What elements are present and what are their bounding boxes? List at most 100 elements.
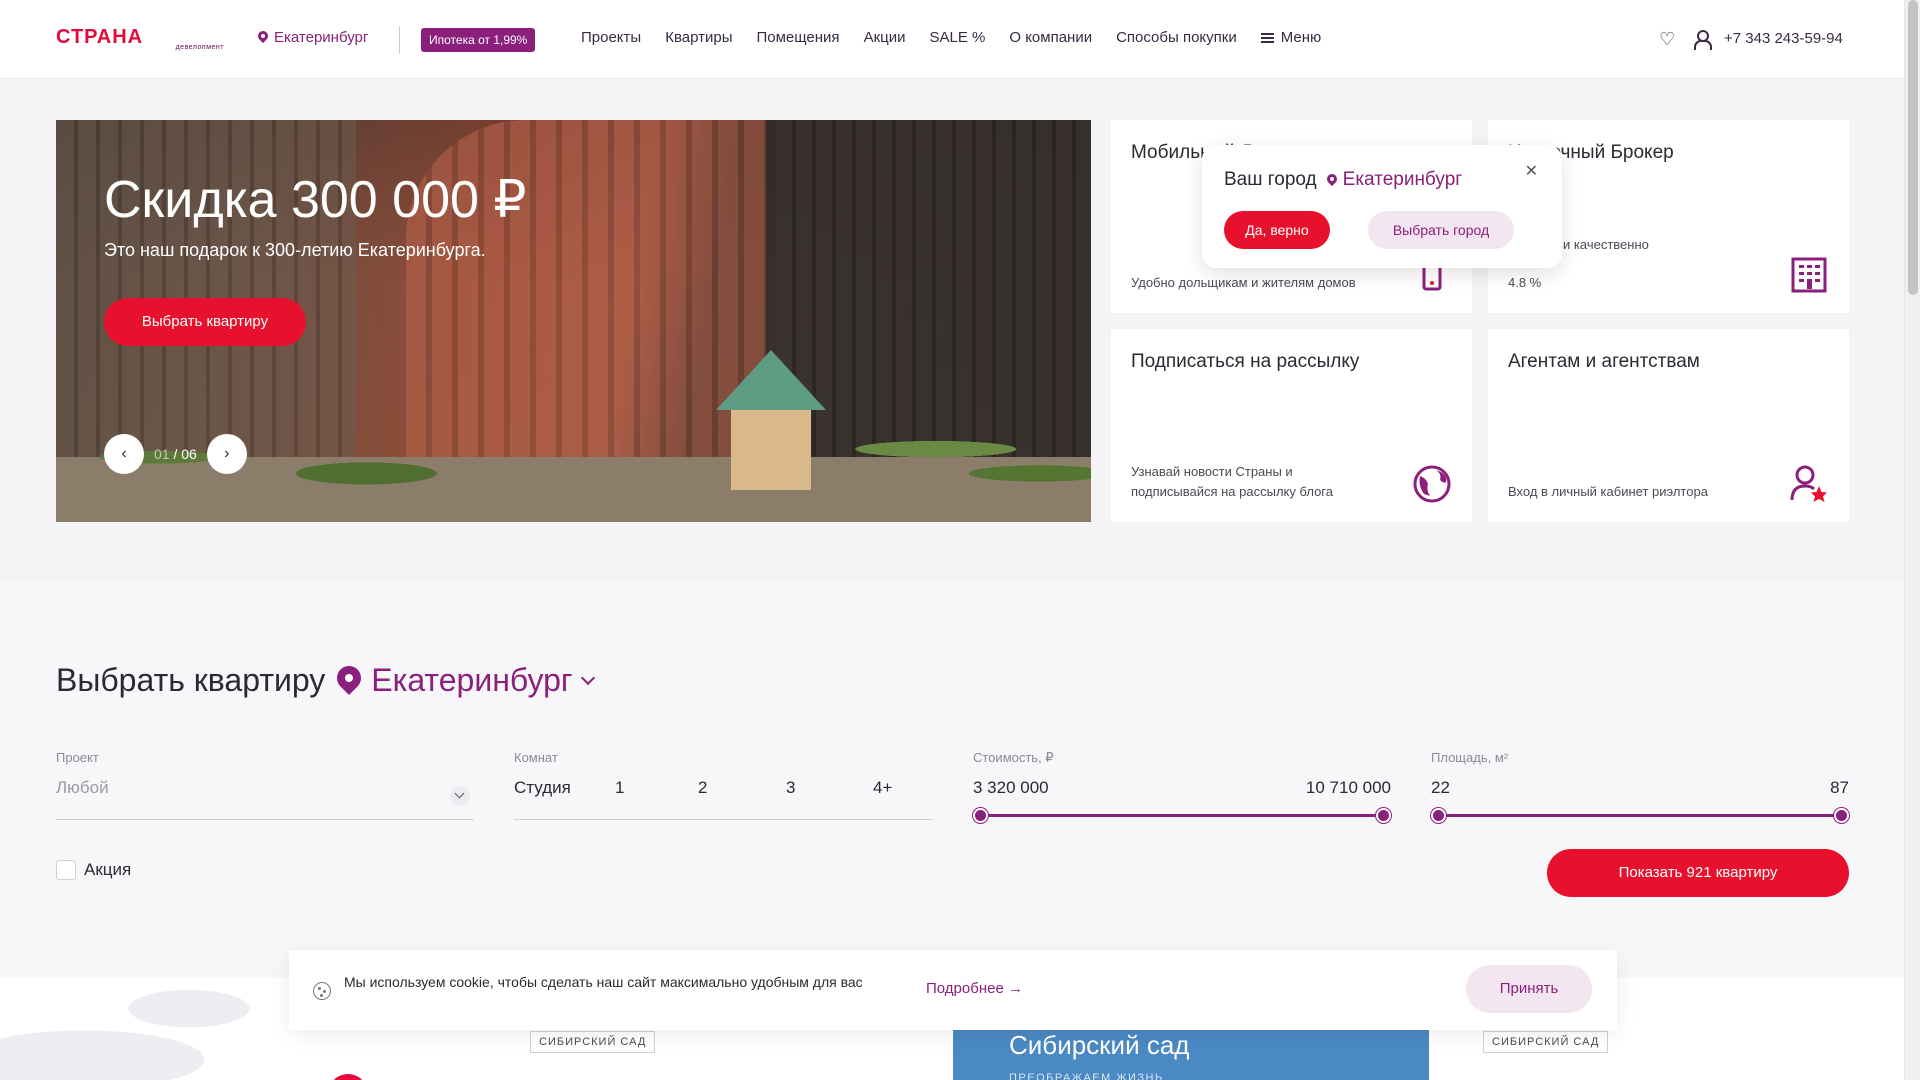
filter-city-selector[interactable]: Екатеринбург [337, 662, 595, 699]
chevron-down-icon [450, 786, 470, 806]
price-min-handle[interactable] [973, 808, 988, 823]
rooms-selector: Студия 1 2 3 4+ [514, 778, 932, 820]
nav-sale[interactable]: SALE % [929, 29, 985, 46]
promo-checkbox[interactable]: Акция [56, 860, 131, 880]
nav-menu[interactable]: Меню [1260, 29, 1322, 46]
nav-purchase-methods[interactable]: Способы покупки [1116, 29, 1237, 46]
area-max-handle[interactable] [1834, 808, 1849, 823]
price-label: Стоимость, ₽ [973, 750, 1054, 765]
slider-current: 01 [154, 446, 170, 462]
scrollbar-thumb[interactable] [1908, 0, 1918, 295]
card-agents[interactable]: Агентам и агентствам Вход в личный кабин… [1488, 329, 1849, 522]
nav-promotions[interactable]: Акции [864, 29, 906, 46]
area-label: Площадь, м² [1431, 750, 1509, 765]
city-choose-button[interactable]: Выбрать город [1368, 211, 1514, 249]
project-promo-title: Сибирский сад [1009, 1030, 1190, 1060]
slider-next-button[interactable]: › [206, 434, 247, 474]
project-promo-subtitle: ПРЕОБРАЖАЕМ ЖИЗНЬ [1009, 1072, 1164, 1080]
chevron-down-icon [580, 670, 595, 685]
location-pin-icon [337, 666, 361, 696]
area-max: 87 [1830, 778, 1849, 797]
cookie-icon [313, 982, 331, 1000]
area-track [1437, 814, 1843, 817]
user-account-icon[interactable] [1693, 30, 1712, 50]
price-track [979, 814, 1385, 817]
hamburger-icon [1260, 33, 1274, 44]
area-min: 22 [1431, 778, 1450, 797]
rooms-option-studio[interactable]: Студия [514, 778, 571, 798]
site-header: СТРАНА девелопмент Екатеринбург Ипотека … [0, 0, 1904, 79]
logo-subtext: девелопмент [175, 44, 224, 51]
area-min-handle[interactable] [1431, 808, 1446, 823]
mortgage-badge[interactable]: Ипотека от 1,99% [421, 28, 536, 52]
project-select[interactable]: Любой [56, 778, 474, 820]
cookie-banner: Мы используем cookie, чтобы сделать наш … [289, 950, 1617, 1030]
card-desc: Вход в личный кабинет риэлтора [1508, 484, 1708, 499]
logo[interactable]: СТРАНА девелопмент [56, 27, 226, 52]
slider-counter: 01 / 06 [154, 446, 197, 462]
apartment-filter-section: Выбрать квартиру Екатеринбург Проект Люб… [0, 582, 1904, 978]
agent-star-icon [1790, 465, 1827, 502]
price-max: 10 710 000 [1305, 778, 1391, 797]
filter-city-name: Екатеринбург [371, 662, 573, 698]
slider-total: / 06 [173, 446, 197, 462]
promo-checkbox-label: Акция [84, 860, 132, 879]
cookie-accept-button[interactable]: Принять [1466, 965, 1592, 1013]
area-range-slider[interactable]: 22 87 [1431, 778, 1849, 828]
filter-title: Выбрать квартиру Екатеринбург [56, 662, 595, 699]
globe-icon [1413, 465, 1451, 503]
favorites-heart-icon[interactable]: ♡ [1659, 30, 1675, 48]
card-desc: Узнавай новости Страны и подписывайся на… [1131, 464, 1333, 499]
checkbox-box[interactable] [56, 860, 76, 880]
price-min: 3 320 000 [973, 778, 1049, 797]
rooms-option-4plus[interactable]: 4+ [873, 778, 892, 798]
hero-title: Скидка 300 000 ₽ [104, 171, 527, 229]
main-nav: Проекты Квартиры Помещения Акции SALE % … [581, 29, 1345, 46]
city-popup-label: Ваш город [1224, 169, 1317, 190]
project-label: Проект [56, 750, 99, 765]
header-city-label: Екатеринбург [274, 29, 369, 46]
project-tag[interactable]: СИБИРСКИЙ САД [1483, 1031, 1609, 1053]
page-scrollbar[interactable] [1904, 0, 1920, 1080]
building-icon [1791, 257, 1827, 293]
location-pin-icon [1327, 174, 1337, 187]
phone-number[interactable]: +7 343 243-59-94 [1724, 30, 1843, 47]
header-city-selector[interactable]: Екатеринбург [258, 29, 368, 46]
hero-subtitle: Это наш подарок к 300-летию Екатеринбург… [104, 240, 486, 260]
nav-apartments[interactable]: Квартиры [665, 29, 732, 46]
slider-prev-button[interactable]: ‹ [104, 434, 144, 474]
header-divider [399, 26, 400, 54]
rooms-option-2[interactable]: 2 [698, 778, 707, 798]
nav-about[interactable]: О компании [1009, 29, 1092, 46]
rooms-option-3[interactable]: 3 [786, 778, 795, 798]
filter-title-text: Выбрать квартиру [56, 662, 326, 698]
price-max-handle[interactable] [1376, 808, 1391, 823]
nav-projects[interactable]: Проекты [581, 29, 641, 46]
menu-label: Меню [1280, 29, 1322, 46]
rooms-label: Комнат [514, 750, 558, 765]
project-select-value: Любой [56, 778, 109, 797]
cookie-text: Мы используем cookie, чтобы сделать наш … [344, 974, 863, 990]
city-confirm-popup: Ваш город Екатеринбург ✕ Да, верно Выбра… [1202, 145, 1562, 268]
cookie-more-link[interactable]: Подробнее → [926, 980, 1023, 997]
hero-playhouse [716, 350, 826, 490]
project-tag[interactable]: СИБИРСКИЙ САД [530, 1031, 656, 1053]
close-icon[interactable]: ✕ [1525, 161, 1538, 181]
hero-slider-controls: ‹ 01 / 06 › [104, 434, 247, 474]
project-promo-tile[interactable]: Сибирский сад ПРЕОБРАЖАЕМ ЖИЗНЬ [953, 1030, 1429, 1080]
card-subscribe-newsletter[interactable]: Подписаться на рассылку Узнавай новости … [1111, 329, 1472, 522]
city-popup-city-name: Екатеринбург [1342, 169, 1463, 190]
rooms-option-1[interactable]: 1 [615, 778, 624, 798]
card-desc: Удобно дольщикам и жителям домов [1131, 275, 1356, 290]
location-pin-icon [258, 31, 268, 44]
nav-premises[interactable]: Помещения [756, 29, 839, 46]
price-range-slider[interactable]: 3 320 000 10 710 000 [973, 778, 1391, 828]
city-popup-city: Екатеринбург [1327, 169, 1463, 191]
city-popup-question: Ваш город Екатеринбург [1224, 169, 1462, 191]
city-confirm-yes-button[interactable]: Да, верно [1224, 211, 1330, 249]
card-title: Подписаться на рассылку [1131, 351, 1360, 372]
hero-choose-apartment-button[interactable]: Выбрать квартиру [104, 298, 306, 346]
card-rate: 4.8 % [1508, 275, 1542, 290]
show-apartments-button[interactable]: Показать 921 квартиру [1547, 849, 1849, 897]
card-title: Агентам и агентствам [1508, 351, 1700, 372]
